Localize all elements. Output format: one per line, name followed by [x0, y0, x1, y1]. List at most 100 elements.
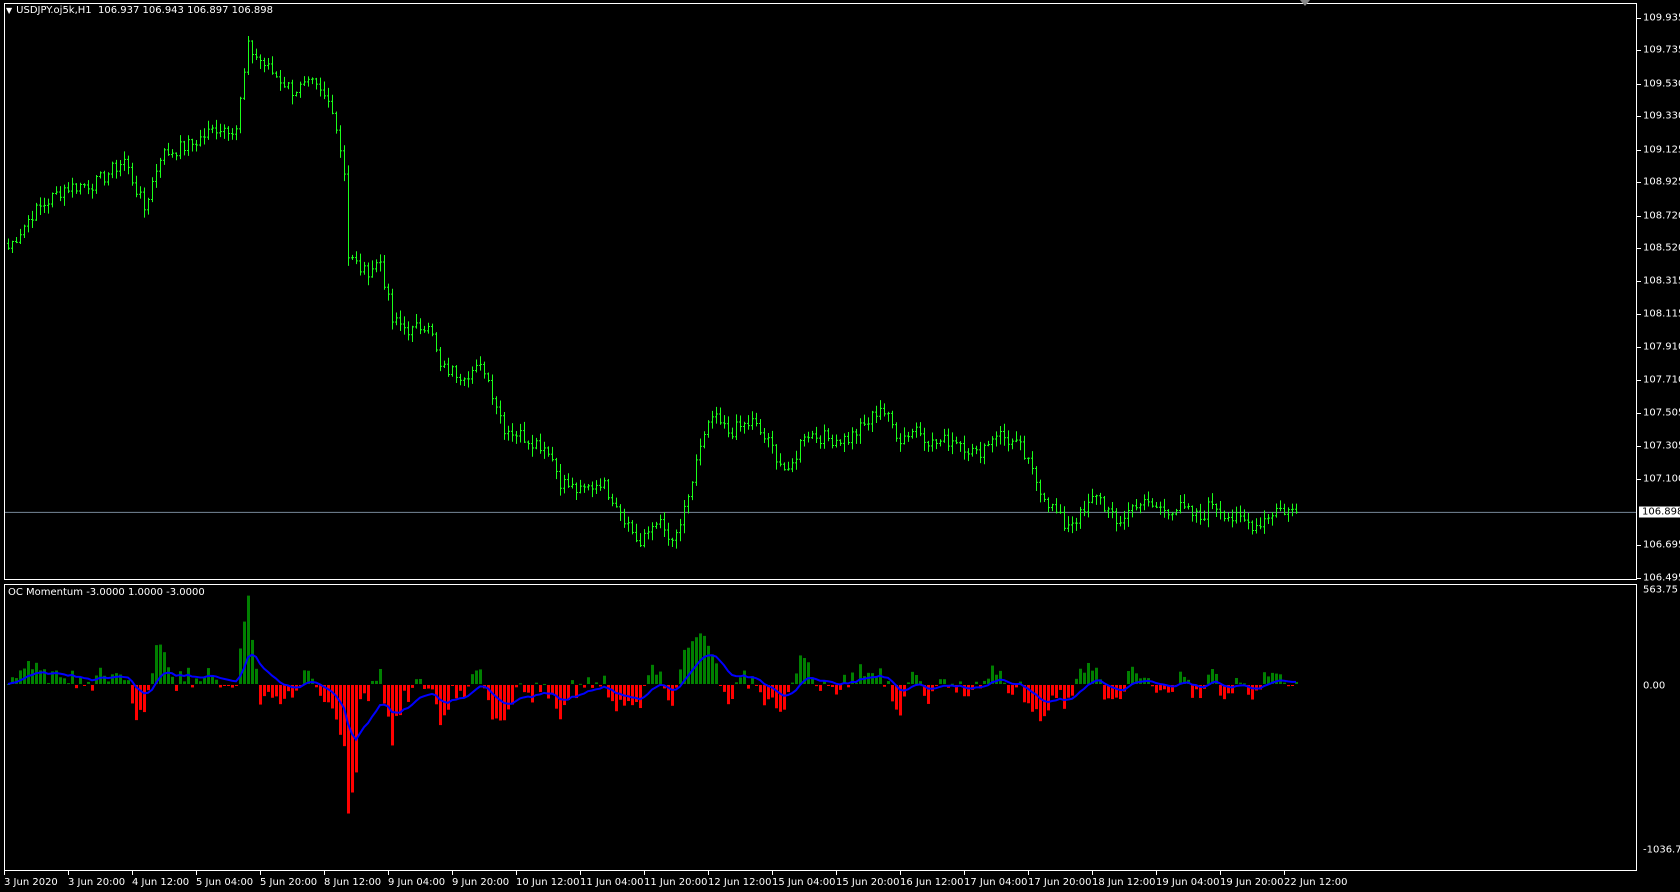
momentum-bar-down — [363, 685, 366, 694]
ohlc-bar — [767, 433, 770, 448]
momentum-bar-down — [747, 685, 750, 689]
ohlc-bar — [935, 439, 938, 450]
momentum-bar-down — [615, 685, 618, 712]
momentum-bar-down — [1223, 685, 1226, 700]
ohlc-bar — [791, 458, 794, 473]
ohlc-bar — [679, 518, 682, 542]
momentum-bar-up — [151, 673, 154, 684]
chart-shift-marker-icon[interactable] — [1300, 0, 1310, 6]
ohlc-bar — [431, 323, 434, 337]
momentum-bar-up — [655, 674, 658, 684]
ohlc-bar — [79, 182, 82, 195]
momentum-bar-down — [895, 685, 898, 710]
dropdown-triangle-icon[interactable]: ▼ — [6, 6, 12, 15]
ohlc-bar — [1023, 435, 1026, 460]
ohlc-bar — [803, 433, 806, 447]
price-axis-label: 107.710 — [1643, 374, 1680, 386]
ohlc-bar — [907, 431, 910, 442]
ohlc-bar — [223, 124, 226, 139]
ohlc-bar — [539, 433, 542, 454]
ohlc-bar — [275, 71, 278, 78]
ohlc-bar — [887, 411, 890, 422]
ohlc-bar — [339, 125, 342, 158]
time-axis-label: 11 Jun 20:00 — [644, 877, 708, 888]
ohlc-bar — [1031, 451, 1034, 475]
ohlc-bar — [947, 428, 950, 451]
ohlc-bar — [87, 180, 90, 195]
momentum-bar-up — [887, 681, 890, 684]
ohlc-bar — [179, 135, 182, 160]
ohlc-bar — [483, 361, 486, 379]
ohlc-bar — [471, 366, 474, 384]
ohlc-bar — [279, 69, 282, 91]
ohlc-bar — [1059, 504, 1062, 514]
momentum-bar-down — [831, 685, 834, 687]
ohlc-bar — [1127, 502, 1130, 527]
time-axis-label: 16 Jun 12:00 — [900, 877, 964, 888]
momentum-bar-up — [647, 675, 650, 684]
momentum-bar-down — [547, 685, 550, 699]
ohlc-bar — [23, 224, 26, 239]
ohlc-bar — [1167, 509, 1170, 520]
momentum-bar-up — [1083, 672, 1086, 684]
ohlc-bar — [375, 259, 378, 273]
momentum-bar-up — [707, 645, 710, 684]
ohlc-bar — [863, 414, 866, 426]
ohlc-bar — [1063, 506, 1066, 531]
ohlc-bar — [1259, 517, 1262, 530]
ohlc-bar — [47, 198, 50, 214]
momentum-bar-up — [975, 681, 978, 684]
momentum-bar-down — [727, 685, 730, 705]
ohlc-bar — [95, 174, 98, 194]
ohlc-bar — [447, 357, 450, 377]
ohlc-bar — [1071, 516, 1074, 534]
momentum-bar-down — [759, 685, 762, 693]
ohlc-bar — [799, 438, 802, 463]
ohlc-bar — [967, 448, 970, 462]
time-axis-label: 19 Jun 20:00 — [1220, 877, 1284, 888]
ohlc-bar — [775, 444, 778, 470]
ohlc-bar — [1199, 503, 1202, 525]
indicator-title: OC Momentum -3.0000 1.0000 -3.0000 — [8, 587, 205, 598]
time-axis-label: 3 Jun 20:00 — [68, 877, 126, 888]
ohlc-bar — [123, 151, 126, 171]
ohlc-bar — [407, 321, 410, 341]
momentum-bar-down — [235, 685, 238, 686]
ohlc-bar — [1267, 513, 1270, 524]
ohlc-bar — [631, 520, 634, 535]
ohlc-bar — [155, 164, 158, 188]
momentum-bar-up — [743, 670, 746, 684]
momentum-bar-up — [1075, 678, 1078, 684]
time-axis-label: 11 Jun 04:00 — [580, 877, 644, 888]
momentum-bar-up — [711, 654, 714, 684]
momentum-bar-up — [1079, 668, 1082, 684]
ohlc-bar — [287, 82, 290, 90]
ohlc-bar — [55, 186, 58, 195]
momentum-bar-up — [1003, 682, 1006, 684]
ohlc-bar — [1075, 517, 1078, 531]
ohlc-bar — [27, 215, 30, 233]
momentum-bar-up — [27, 661, 30, 684]
momentum-bar-down — [355, 685, 358, 773]
ohlc-bar — [263, 57, 266, 73]
ohlc-bar — [1211, 493, 1214, 510]
current-price-label: 106.898 — [1639, 506, 1680, 518]
momentum-bar-up — [375, 680, 378, 684]
time-axis-label: 8 Jun 12:00 — [324, 877, 382, 888]
momentum-bar-down — [787, 685, 790, 693]
ohlc-bar — [1095, 494, 1098, 505]
momentum-bar-down — [223, 685, 226, 686]
ohlc-bar — [871, 410, 874, 432]
momentum-bar-down — [263, 685, 266, 697]
momentum-bar-down — [1103, 685, 1106, 700]
ohlc-bar — [571, 477, 574, 489]
ohlc-bar — [623, 508, 626, 528]
ohlc-bar — [91, 183, 94, 199]
momentum-bar-up — [691, 641, 694, 684]
momentum-bar-down — [1031, 685, 1034, 712]
momentum-bar-down — [83, 685, 86, 686]
price-axis-label: 107.505 — [1643, 407, 1680, 419]
ohlc-bar — [51, 192, 54, 208]
momentum-bar-down — [607, 685, 610, 698]
momentum-bar-down — [91, 685, 94, 691]
